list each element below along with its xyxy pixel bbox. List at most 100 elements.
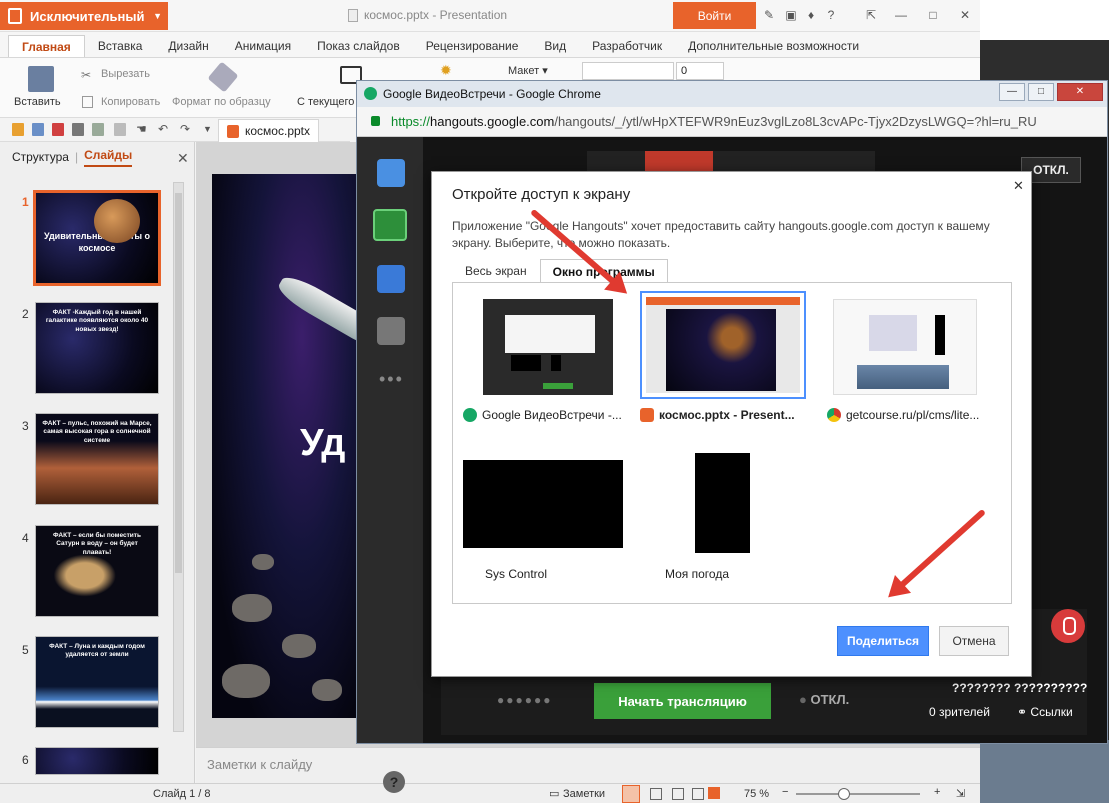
start-broadcast-button[interactable]: Начать трансляцию	[594, 683, 771, 719]
redo-icon[interactable]: ↷	[180, 122, 190, 136]
save-icon[interactable]	[32, 123, 44, 136]
layout-button[interactable]: Макет ▾	[508, 64, 548, 77]
broadcast-status: ● ОТКЛ.	[799, 692, 849, 707]
cut-button[interactable]: Вырезать	[101, 68, 150, 80]
close-icon[interactable]: ✕	[1013, 178, 1024, 194]
menu-design[interactable]: Дизайн	[155, 35, 221, 57]
hand-icon[interactable]: ☚	[136, 122, 147, 136]
slide-thumbnail-4[interactable]: ФАКТ – если бы поместить Сатурн в воду –…	[35, 525, 159, 617]
copy-icon	[82, 96, 93, 108]
menu-home[interactable]: Главная	[8, 35, 85, 57]
slide-thumbnail-2[interactable]: ФАКТ -Каждый год в нашей галактике появл…	[35, 302, 159, 394]
planet-image	[94, 199, 140, 243]
maximize-icon[interactable]: □	[1028, 83, 1054, 101]
video-effects-icon[interactable]	[377, 265, 405, 293]
menu-animation[interactable]: Анимация	[222, 35, 304, 57]
font-size-select[interactable]: 0	[676, 62, 724, 80]
minimize-icon[interactable]: —	[894, 8, 908, 22]
outline-view-icon[interactable]	[692, 788, 704, 800]
from-current-button[interactable]: С текущего	[297, 96, 354, 108]
login-button[interactable]: Войти	[673, 2, 756, 29]
shirt-icon[interactable]: ♦	[804, 8, 818, 22]
menu-insert[interactable]: Вставка	[85, 35, 156, 57]
normal-view-icon[interactable]	[622, 785, 640, 803]
slide-editor[interactable]: Уд	[212, 174, 362, 718]
preview-icon[interactable]	[92, 123, 104, 136]
close-icon[interactable]: ✕	[177, 150, 189, 167]
tab-slides[interactable]: Слайды	[84, 148, 133, 167]
slide-title-text: Уд	[300, 422, 346, 464]
screenshare-icon[interactable]	[373, 209, 407, 241]
undo-icon[interactable]: ↶	[158, 122, 168, 136]
slide-number: 6	[22, 753, 29, 767]
share-button[interactable]: Поделиться	[837, 626, 929, 656]
notes-icon[interactable]: ▭	[549, 787, 559, 800]
zoom-in-icon[interactable]: +	[934, 786, 940, 798]
slide-thumbnail-text: ФАКТ -Каждый год в нашей галактике появл…	[45, 309, 149, 333]
preview-image	[869, 315, 917, 351]
chevron-down-icon[interactable]: ▼	[203, 124, 212, 134]
menu-extras[interactable]: Дополнительные возможности	[675, 35, 872, 57]
menu-review[interactable]: Рецензирование	[413, 35, 532, 57]
help-button[interactable]: ?	[383, 771, 405, 793]
help-icon[interactable]: ?	[824, 8, 838, 22]
slides-scrollbar[interactable]	[173, 182, 184, 732]
slide-thumbnail-1[interactable]: Удивительные факты о космосе	[33, 190, 161, 286]
spellcheck-icon[interactable]	[114, 123, 126, 136]
asteroid-image	[282, 634, 316, 658]
notes-toggle[interactable]: Заметки	[563, 788, 605, 800]
more-icon[interactable]: •••	[379, 369, 404, 390]
close-icon[interactable]: ✕	[958, 8, 972, 22]
dialog-title: Откройте доступ к экрану	[452, 186, 631, 203]
chat-icon[interactable]	[377, 159, 405, 187]
link-icon: ⚭	[1017, 705, 1028, 719]
window-preview	[827, 291, 993, 399]
window-option-label: Sys Control	[485, 567, 548, 581]
slide-thumbnail-6[interactable]	[35, 747, 159, 775]
zoom-out-icon[interactable]: −	[782, 786, 788, 798]
address-bar[interactable]: https://hangouts.google.com/hangouts/_/y…	[357, 107, 1107, 137]
print-icon[interactable]	[72, 123, 84, 136]
document-tab[interactable]: космос.pptx	[218, 119, 319, 142]
maximize-icon[interactable]: □	[926, 8, 940, 22]
minimize-icon[interactable]: —	[999, 83, 1025, 101]
slide-thumbnail-5[interactable]: ФАКТ – Луна и каждым годом удаляется от …	[35, 636, 159, 728]
cancel-button[interactable]: Отмена	[939, 626, 1009, 656]
window-option-label: космос.pptx - Present...	[640, 408, 806, 422]
copy-button[interactable]: Копировать	[101, 96, 160, 108]
reading-view-icon[interactable]	[672, 788, 684, 800]
play-slideshow-icon[interactable]	[708, 787, 720, 799]
paste-button[interactable]: Вставить	[14, 96, 61, 108]
document-icon[interactable]: ▣	[784, 8, 798, 22]
dialog-tabs: Весь экран Окно программы	[452, 258, 668, 283]
slide-notes[interactable]: Заметки к слайду	[196, 747, 980, 783]
sorter-view-icon[interactable]	[650, 788, 662, 800]
slide-thumbnail-3[interactable]: ФАКТ – пульс, похожий на Марсе, самая вы…	[35, 413, 159, 505]
menu-slideshow[interactable]: Показ слайдов	[304, 35, 413, 57]
window-option-sys-control[interactable]	[463, 460, 623, 548]
pdf-icon[interactable]	[52, 123, 64, 136]
brand-menu-button[interactable]: Исключительный ▼	[0, 2, 168, 30]
font-family-select[interactable]	[582, 62, 674, 80]
restore-icon[interactable]: ⇱	[864, 8, 878, 22]
scrollbar-thumb[interactable]	[175, 193, 182, 573]
window-option-weather[interactable]	[695, 453, 750, 553]
tab-entire-screen[interactable]: Весь экран	[452, 258, 540, 282]
open-folder-icon[interactable]	[12, 123, 24, 136]
format-painter-button[interactable]: Формат по образцу	[172, 96, 271, 108]
preview-slide	[666, 309, 776, 391]
hangouts-icon	[364, 87, 377, 100]
zoom-slider-thumb[interactable]	[838, 788, 850, 800]
links-button[interactable]: ⚭ Ссылки	[1017, 705, 1073, 719]
fit-to-window-icon[interactable]: ⇲	[956, 787, 965, 800]
window-preview	[640, 291, 806, 399]
settings-sliders-icon[interactable]	[377, 317, 405, 345]
menu-view[interactable]: Вид	[531, 35, 579, 57]
pen-icon[interactable]: ✎	[762, 8, 776, 22]
zoom-slider[interactable]	[796, 793, 920, 795]
close-icon[interactable]: ✕	[1057, 83, 1103, 101]
tab-structure[interactable]: Структура	[12, 150, 69, 164]
menu-developer[interactable]: Разработчик	[579, 35, 675, 57]
mute-microphone-icon[interactable]	[1051, 609, 1085, 643]
slide-number: 3	[22, 419, 29, 433]
